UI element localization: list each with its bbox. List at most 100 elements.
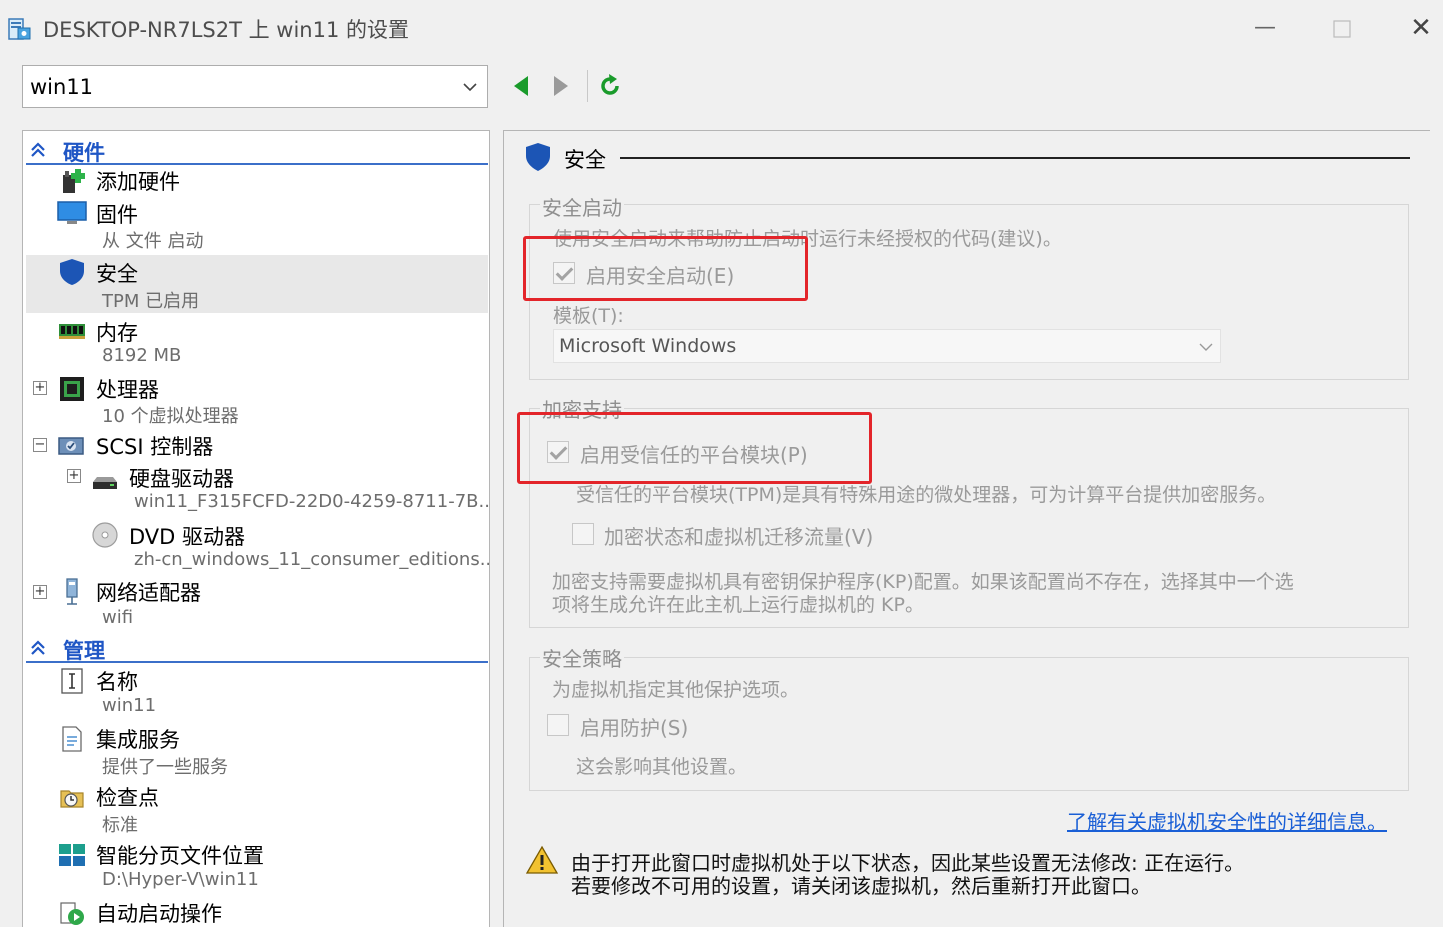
collapse-toggle[interactable]: − <box>33 438 47 452</box>
sidebar-item-label: 集成服务 <box>96 728 180 752</box>
management-section-header[interactable]: 管理 <box>26 633 488 663</box>
template-label: 模板(T): <box>553 305 624 327</box>
minimize-button[interactable]: — <box>1250 14 1280 44</box>
expand-toggle[interactable]: + <box>33 381 47 395</box>
add-hardware-icon <box>63 169 85 193</box>
expand-toggle[interactable]: + <box>33 585 47 599</box>
sidebar-item-label: 网络适配器 <box>96 581 201 605</box>
shielding-note: 这会影响其他设置。 <box>576 756 748 778</box>
dvd-disc-icon <box>92 522 118 548</box>
name-field-icon <box>61 668 83 694</box>
hardware-section-header[interactable]: 硬件 <box>26 135 488 165</box>
next-arrow-icon[interactable] <box>548 72 574 100</box>
sidebar-item-label: 自动启动操作 <box>96 902 222 926</box>
sidebar-item-hard-drive[interactable]: + 硬盘驱动器 win11_F315FCFD-22D0-4259-8711-7B… <box>26 463 490 519</box>
title-bar: DESKTOP-NR7LS2T 上 win11 的设置 — ✕ <box>0 0 1443 56</box>
management-header-label: 管理 <box>63 639 105 663</box>
sidebar-item-detail: 8192 MB <box>102 345 182 366</box>
security-policy-group-label: 安全策略 <box>540 643 624 672</box>
sidebar-item-dvd-drive[interactable]: DVD 驱动器 zh-cn_windows_11_consumer_editio… <box>26 521 490 577</box>
network-adapter-icon <box>66 578 78 605</box>
sidebar-item-firmware[interactable]: 固件 从 文件 启动 <box>26 197 488 253</box>
collapse-chevron-icon <box>31 142 45 157</box>
toolbar-divider <box>587 70 588 102</box>
settings-app-icon <box>8 18 31 40</box>
sidebar-item-security[interactable]: 安全 TPM 已启用 <box>26 255 488 313</box>
sidebar-item-detail: win11_F315FCFD-22D0-4259-8711-7B... <box>134 491 490 512</box>
chevron-down-icon <box>463 83 477 92</box>
collapse-chevron-icon <box>31 640 45 655</box>
sidebar-item-integration-services[interactable]: 集成服务 提供了一些服务 <box>26 723 488 779</box>
highlight-box <box>517 412 872 484</box>
sidebar-item-smart-paging[interactable]: 智能分页文件位置 D:\Hyper-V\win11 <box>26 839 488 895</box>
sidebar-item-add-hardware[interactable]: 添加硬件 <box>26 165 488 195</box>
sidebar-item-detail: wifi <box>102 607 134 628</box>
smart-paging-icon <box>59 844 85 866</box>
hardware-header-label: 硬件 <box>63 141 105 165</box>
sidebar-item-memory[interactable]: 内存 8192 MB <box>26 315 488 371</box>
sidebar-item-label: 名称 <box>96 670 138 694</box>
sidebar-item-label: 智能分页文件位置 <box>96 844 264 868</box>
settings-tree-panel: 硬件 添加硬件 固件 从 文件 启动 安全 TPM 已启用 内存 8192 MB… <box>22 130 490 927</box>
shielding-checkbox-label[interactable]: 启用防护(S) <box>580 712 688 741</box>
template-dropdown[interactable]: Microsoft Windows <box>553 329 1221 363</box>
migration-encryption-checkbox[interactable] <box>572 523 594 545</box>
title-divider <box>620 157 1410 159</box>
previous-arrow-icon[interactable] <box>508 72 534 100</box>
sidebar-item-label: 安全 <box>96 262 138 286</box>
memory-module-icon <box>59 324 85 339</box>
warning-message-line2: 若要修改不可用的设置，请关闭该虚拟机，然后重新打开此窗口。 <box>571 874 1151 898</box>
checkpoint-icon <box>60 790 84 808</box>
sidebar-item-detail: 提供了一些服务 <box>102 757 228 778</box>
expand-toggle[interactable]: + <box>67 469 81 483</box>
sidebar-item-detail: D:\Hyper-V\win11 <box>102 869 259 890</box>
window-title: DESKTOP-NR7LS2T 上 win11 的设置 <box>43 18 409 42</box>
sidebar-item-checkpoints[interactable]: 检查点 标准 <box>26 781 488 837</box>
sidebar-item-label: 添加硬件 <box>96 170 180 194</box>
shield-icon <box>60 259 84 285</box>
firmware-monitor-icon <box>57 201 87 224</box>
template-dropdown-value: Microsoft Windows <box>559 335 737 357</box>
learn-more-link[interactable]: 了解有关虚拟机安全性的详细信息。 <box>1067 806 1387 835</box>
processor-chip-icon <box>60 377 84 401</box>
migration-encryption-label[interactable]: 加密状态和虚拟机迁移流量(V) <box>604 521 873 550</box>
sidebar-item-label: DVD 驱动器 <box>129 525 246 549</box>
integration-services-icon <box>62 726 82 752</box>
sidebar-item-label: 检查点 <box>96 786 159 810</box>
tpm-description: 受信任的平台模块(TPM)是具有特殊用途的微处理器，可为计算平台提供加密服务。 <box>576 484 1277 506</box>
shield-icon <box>526 143 550 171</box>
sidebar-item-detail: 标准 <box>102 815 138 836</box>
sidebar-item-label: 处理器 <box>96 378 159 402</box>
sidebar-item-detail: zh-cn_windows_11_consumer_editions... <box>134 549 490 570</box>
sidebar-item-detail: TPM 已启用 <box>102 291 200 312</box>
sidebar-item-processor[interactable]: + 处理器 10 个虚拟处理器 <box>26 373 488 429</box>
sidebar-item-detail: 10 个虚拟处理器 <box>102 406 239 427</box>
warning-icon <box>526 845 558 874</box>
maximize-button[interactable] <box>1327 14 1357 44</box>
maximize-icon <box>1333 20 1351 38</box>
sidebar-item-auto-start[interactable]: 自动启动操作 <box>26 897 488 927</box>
security-policy-description: 为虚拟机指定其他保护选项。 <box>552 679 800 701</box>
close-button[interactable]: ✕ <box>1406 14 1436 44</box>
key-protector-description-line2: 项将生成允许在此主机上运行虚拟机的 KP。 <box>552 594 924 616</box>
sidebar-item-detail: 从 文件 启动 <box>102 231 204 252</box>
sidebar-item-label: 内存 <box>96 321 138 345</box>
vm-selector-dropdown[interactable]: win11 <box>22 65 488 108</box>
sidebar-item-network-adapter[interactable]: + 网络适配器 wifi <box>26 577 488 633</box>
sidebar-item-label: 固件 <box>96 203 138 227</box>
highlight-box <box>523 236 808 301</box>
chevron-down-icon <box>1199 343 1213 351</box>
shielding-checkbox[interactable] <box>547 714 569 736</box>
sidebar-item-label: 硬盘驱动器 <box>129 467 234 491</box>
secure-boot-group-label: 安全启动 <box>540 192 624 221</box>
hard-drive-icon <box>93 477 117 489</box>
sidebar-item-detail: win11 <box>102 695 157 716</box>
sidebar-item-name[interactable]: 名称 win11 <box>26 665 488 721</box>
page-title: 安全 <box>564 148 606 172</box>
scsi-controller-icon <box>58 437 84 455</box>
sidebar-item-scsi-controller[interactable]: − SCSI 控制器 <box>26 431 488 461</box>
sidebar-item-label: SCSI 控制器 <box>96 435 214 459</box>
refresh-icon[interactable] <box>597 72 623 100</box>
auto-start-icon <box>60 902 84 925</box>
vm-selector-value: win11 <box>30 75 94 99</box>
